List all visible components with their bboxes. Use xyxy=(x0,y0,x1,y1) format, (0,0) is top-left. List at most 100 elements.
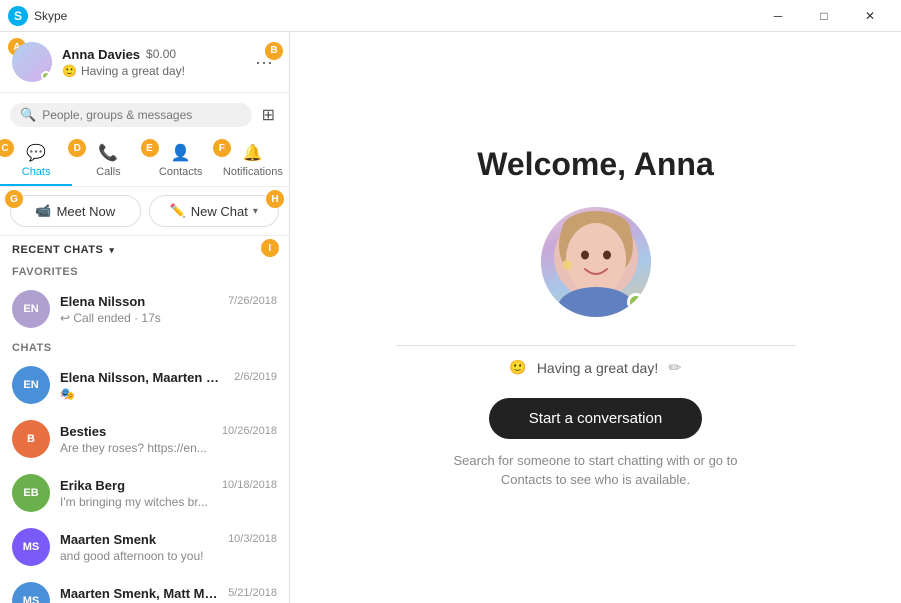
recent-chats-header: RECENT CHATS ▾ I xyxy=(0,236,289,260)
welcome-title: Welcome, Anna xyxy=(477,146,714,183)
skype-logo-icon: S xyxy=(8,6,28,26)
chats-icon: 💬 xyxy=(26,143,46,163)
welcome-subtext-line1: Search for someone to start chatting wit… xyxy=(454,453,738,468)
chat-name: Besties xyxy=(60,424,106,439)
notifications-icon: 🔔 xyxy=(243,143,263,163)
tab-notifications[interactable]: F 🔔 Notifications xyxy=(217,137,289,186)
profile-status: 🙂 Having a great day! xyxy=(62,64,241,78)
profile-info: Anna Davies $0.00 🙂 Having a great day! xyxy=(62,47,241,78)
new-chat-label: New Chat xyxy=(191,204,248,219)
welcome-online-dot xyxy=(627,293,645,311)
badge-b: B xyxy=(265,42,283,60)
chat-preview: ↩ Call ended · 17s xyxy=(60,311,277,325)
new-chat-icon: ✏️ xyxy=(170,203,186,219)
nav-tabs: C 💬 Chats D 📞 Calls E 👤 Contacts F 🔔 Not… xyxy=(0,137,289,187)
meet-now-icon: 📹 xyxy=(35,203,51,219)
list-item[interactable]: EN Elena Nilsson 7/26/2018 ↩ Call ended … xyxy=(0,282,289,336)
avatar: EN xyxy=(12,366,50,404)
badge-d: D xyxy=(68,139,86,157)
avatar: EB xyxy=(12,474,50,512)
welcome-area: Welcome, Anna xyxy=(290,32,901,603)
minimize-button[interactable]: ─ xyxy=(755,0,801,32)
chat-name-row: Erika Berg 10/18/2018 xyxy=(60,478,277,493)
badge-i: I xyxy=(261,239,279,257)
start-conversation-button[interactable]: Start a conversation xyxy=(489,398,702,439)
title-bar: S Skype ─ □ ✕ xyxy=(0,0,901,32)
chat-name: Elena Nilsson xyxy=(60,294,145,309)
maximize-button[interactable]: □ xyxy=(801,0,847,32)
title-bar-controls: ─ □ ✕ xyxy=(755,0,893,32)
contacts-icon: 👤 xyxy=(171,143,191,163)
list-item[interactable]: MS Maarten Smenk 10/3/2018 and good afte… xyxy=(0,520,289,574)
list-item[interactable]: EN Elena Nilsson, Maarten Sm... 2/6/2019… xyxy=(0,358,289,412)
welcome-status-row: 🙂 Having a great day! ✏ xyxy=(509,358,681,378)
chat-date: 2/6/2019 xyxy=(234,371,277,383)
avatar: EN xyxy=(12,290,50,328)
divider xyxy=(396,345,796,346)
welcome-subtext: Search for someone to start chatting wit… xyxy=(454,451,738,490)
edit-status-icon[interactable]: ✏ xyxy=(668,358,681,378)
main-container: A Anna Davies $0.00 🙂 Having a great day… xyxy=(0,32,901,603)
chat-preview: I'm bringing my witches br... xyxy=(60,495,277,509)
title-bar-left: S Skype xyxy=(8,6,67,26)
badge-g: G xyxy=(5,190,23,208)
chat-date: 10/3/2018 xyxy=(228,533,277,545)
chat-info: Elena Nilsson, Maarten Sm... 2/6/2019 🎭 xyxy=(60,370,277,401)
chat-info: Erika Berg 10/18/2018 I'm bringing my wi… xyxy=(60,478,277,509)
tab-contacts-label: Contacts xyxy=(159,166,202,178)
close-button[interactable]: ✕ xyxy=(847,0,893,32)
chat-name-row: Besties 10/26/2018 xyxy=(60,424,277,439)
chat-name-row: Elena Nilsson 7/26/2018 xyxy=(60,294,277,309)
welcome-subtext-line2: Contacts to see who is available. xyxy=(501,472,690,487)
search-row: 🔍 ⊞ xyxy=(0,93,289,137)
tab-contacts[interactable]: E 👤 Contacts xyxy=(145,137,217,186)
chat-list: RECENT CHATS ▾ I FAVORITES EN Elena Nils… xyxy=(0,236,289,603)
profile-name: Anna Davies xyxy=(62,47,140,62)
search-input[interactable] xyxy=(42,108,241,122)
tab-chats[interactable]: C 💬 Chats xyxy=(0,137,72,186)
status-text: Having a great day! xyxy=(81,64,185,78)
tab-calls[interactable]: D 📞 Calls xyxy=(72,137,144,186)
recent-chats-label-row: RECENT CHATS ▾ I xyxy=(12,244,114,256)
chat-info: Besties 10/26/2018 Are they roses? https… xyxy=(60,424,277,455)
profile-balance: $0.00 xyxy=(146,47,176,61)
badge-h: H xyxy=(266,190,284,208)
new-chat-button[interactable]: H ✏️ New Chat ▾ xyxy=(149,195,280,227)
grid-view-button[interactable]: ⊞ xyxy=(258,101,279,129)
avatar: MS xyxy=(12,528,50,566)
status-emoji: 🙂 xyxy=(62,64,77,78)
tab-notifications-label: Notifications xyxy=(223,166,283,178)
online-status-dot xyxy=(41,71,51,81)
chat-preview: 🎭 xyxy=(60,387,277,401)
more-options-button[interactable]: B ··· xyxy=(251,48,277,77)
chat-preview: Are they roses? https://en... xyxy=(60,441,277,455)
chat-date: 7/26/2018 xyxy=(228,295,277,307)
sidebar: A Anna Davies $0.00 🙂 Having a great day… xyxy=(0,32,290,603)
list-item[interactable]: B Besties 10/26/2018 Are they roses? htt… xyxy=(0,412,289,466)
chat-date: 5/21/2018 xyxy=(228,587,277,599)
chat-name: Erika Berg xyxy=(60,478,125,493)
avatar[interactable] xyxy=(12,42,52,82)
profile-name-row: Anna Davies $0.00 xyxy=(62,47,241,62)
meet-now-button[interactable]: G 📹 Meet Now xyxy=(10,195,141,227)
search-icon: 🔍 xyxy=(20,107,36,123)
tab-chats-label: Chats xyxy=(22,166,51,178)
list-item[interactable]: MS Maarten Smenk, Matt Mill... 5/21/2018… xyxy=(0,574,289,603)
chevron-down-icon: ▾ xyxy=(253,206,258,217)
chat-info: Maarten Smenk 10/3/2018 and good afterno… xyxy=(60,532,277,563)
avatar-wrapper: A xyxy=(12,42,52,82)
recent-chats-label: RECENT CHATS xyxy=(12,244,103,256)
chat-name: Elena Nilsson, Maarten Sm... xyxy=(60,370,220,385)
welcome-status-text: Having a great day! xyxy=(537,360,658,376)
list-item[interactable]: EB Erika Berg 10/18/2018 I'm bringing my… xyxy=(0,466,289,520)
search-wrapper: 🔍 xyxy=(10,103,252,127)
grid-icon: ⊞ xyxy=(262,107,275,124)
chat-name-row: Maarten Smenk, Matt Mill... 5/21/2018 xyxy=(60,586,277,601)
chat-preview: and good afternoon to you! xyxy=(60,549,277,563)
chat-date: 10/18/2018 xyxy=(222,479,277,491)
chat-name: Maarten Smenk, Matt Mill... xyxy=(60,586,220,601)
chat-name-row: Maarten Smenk 10/3/2018 xyxy=(60,532,277,547)
welcome-avatar xyxy=(541,207,651,317)
avatar: MS xyxy=(12,582,50,603)
tab-calls-label: Calls xyxy=(96,166,120,178)
